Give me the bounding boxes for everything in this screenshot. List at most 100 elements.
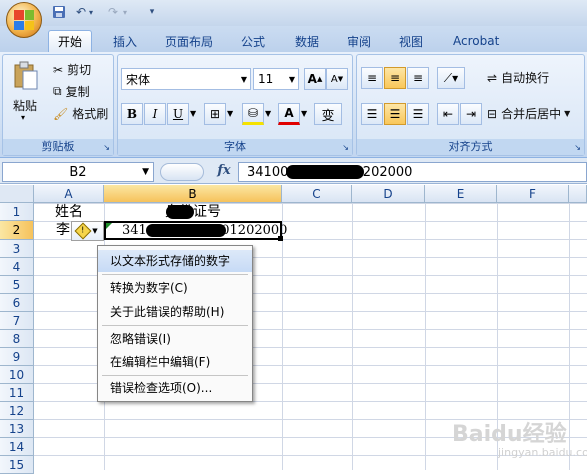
column-header-b[interactable]: B (104, 185, 282, 203)
phonetic-button[interactable]: 变 (314, 103, 342, 125)
row-header-2[interactable]: 2 (0, 221, 34, 240)
font-launcher-icon[interactable]: ↘ (342, 143, 349, 152)
insert-function-icon[interactable]: fx (212, 163, 236, 181)
align-left-button[interactable]: ☰ (361, 103, 383, 125)
menu-title: 以文本形式存储的数字 (98, 250, 252, 272)
decrease-indent-button[interactable]: ⇤ (437, 103, 459, 125)
save-icon[interactable] (50, 4, 68, 20)
formula-bar-toggle[interactable] (160, 163, 204, 181)
shrink-font-button[interactable]: A ▼ (326, 68, 348, 90)
row-header-10[interactable]: 10 (0, 366, 34, 384)
grid-line (425, 203, 426, 470)
align-bottom-icon: ≡ (412, 71, 424, 85)
column-header-d[interactable]: D (352, 185, 425, 203)
row-header-1[interactable]: 1 (0, 203, 34, 221)
row-header-6[interactable]: 6 (0, 294, 34, 312)
row-header-4[interactable]: 4 (0, 258, 34, 276)
row-header-12[interactable]: 12 (0, 402, 34, 420)
tab-page-layout[interactable]: 页面布局 (156, 30, 222, 52)
grow-font-button[interactable]: A ▲ (304, 68, 326, 90)
select-all-corner[interactable] (0, 185, 34, 203)
clipboard-launcher-icon[interactable]: ↘ (103, 143, 110, 152)
alignment-group-label: 对齐方式 (357, 139, 584, 155)
row-header-8[interactable]: 8 (0, 330, 34, 348)
column-header-c[interactable]: C (282, 185, 352, 203)
align-center-button[interactable]: ☰ (384, 103, 406, 125)
merge-cells-icon: ⊟ (487, 106, 498, 121)
menu-item-error-checking-options[interactable]: 错误检查选项(O)... (98, 377, 252, 399)
font-color-dropdown-icon[interactable]: ▼ (301, 109, 307, 118)
shrink-font-label: A (330, 73, 338, 85)
paste-dropdown-icon[interactable]: ▾ (21, 113, 25, 122)
borders-dropdown-icon[interactable]: ▼ (227, 109, 233, 118)
menu-item-convert-to-number[interactable]: 转换为数字(C) (98, 277, 252, 299)
font-color-button[interactable]: A (278, 103, 300, 125)
orientation-button[interactable]: ⟋▾ (437, 67, 465, 89)
row-header-5[interactable]: 5 (0, 276, 34, 294)
column-header-f[interactable]: F (497, 185, 569, 203)
font-size-select[interactable]: 11 ▼ (253, 68, 299, 90)
format-painter-button[interactable]: 🖌 格式刷 (53, 105, 108, 122)
underline-button[interactable]: U (167, 103, 189, 125)
grid-line (352, 203, 353, 470)
row-header-3[interactable]: 3 (0, 240, 34, 258)
chevron-down-icon: ▼ (288, 74, 295, 84)
cell-a1[interactable]: 姓名 (34, 203, 104, 221)
row-header-14[interactable]: 14 (0, 438, 34, 456)
fill-handle[interactable] (278, 236, 283, 241)
align-top-button[interactable]: ≡ (361, 67, 383, 89)
align-bottom-button[interactable]: ≡ (407, 67, 429, 89)
name-box[interactable]: B2 ▼ (2, 162, 154, 182)
copy-button[interactable]: ⧉ 复制 (53, 83, 90, 100)
undo-dropdown-icon[interactable]: ▾ (86, 4, 96, 20)
tab-data[interactable]: 数据 (286, 30, 328, 52)
menu-separator (102, 325, 248, 326)
fill-dropdown-icon[interactable]: ▼ (265, 109, 271, 118)
cell-a2[interactable]: 李 (34, 221, 70, 239)
underline-dropdown-icon[interactable]: ▼ (190, 109, 196, 118)
row-header-13[interactable]: 13 (0, 420, 34, 438)
copy-icon: ⧉ (53, 84, 62, 98)
tab-home[interactable]: 开始 (48, 30, 93, 52)
tab-review[interactable]: 审阅 (338, 30, 380, 52)
bold-button[interactable]: B (121, 103, 143, 125)
tab-acrobat[interactable]: Acrobat (444, 30, 508, 52)
name-box-value: B2 (69, 164, 87, 180)
wrap-text-button[interactable]: ⇌ 自动换行 (487, 69, 549, 86)
italic-button[interactable]: I (144, 103, 166, 125)
phonetic-label: 变 (321, 108, 335, 124)
tab-view[interactable]: 视图 (390, 30, 432, 52)
row-header-11[interactable]: 11 (0, 384, 34, 402)
tab-formulas[interactable]: 公式 (232, 30, 274, 52)
column-header-e[interactable]: E (425, 185, 497, 203)
align-right-button[interactable]: ☰ (407, 103, 429, 125)
borders-button[interactable]: ⊞ (204, 103, 226, 125)
fill-color-button[interactable]: ⛁ (242, 103, 264, 125)
alignment-launcher-icon[interactable]: ↘ (574, 143, 581, 152)
paste-button[interactable]: 粘贴 (13, 97, 37, 114)
menu-item-ignore-error[interactable]: 忽略错误(I) (98, 328, 252, 350)
error-smart-tag-button[interactable]: ! ▼ (71, 221, 104, 241)
cut-label: 剪切 (67, 63, 92, 77)
row-header-9[interactable]: 9 (0, 348, 34, 366)
menu-item-error-help[interactable]: 关于此错误的帮助(H) (98, 301, 252, 323)
row-header-7[interactable]: 7 (0, 312, 34, 330)
cut-button[interactable]: ✂ 剪切 (53, 61, 91, 78)
column-header-a[interactable]: A (34, 185, 104, 203)
align-left-icon: ☰ (366, 107, 378, 121)
office-logo-icon (14, 10, 34, 30)
grid-line (569, 203, 570, 470)
row-header-15[interactable]: 15 (0, 456, 34, 474)
customize-qat-icon[interactable]: ▾ (146, 4, 158, 20)
font-name-select[interactable]: 宋体 ▼ (121, 68, 251, 90)
redo-dropdown-icon[interactable]: ▾ (120, 4, 130, 20)
tab-insert[interactable]: 插入 (104, 30, 146, 52)
font-size-value: 11 (258, 72, 274, 86)
paste-icon[interactable] (13, 61, 39, 91)
merge-center-button[interactable]: ⊟ 合并后居中 ▼ (487, 105, 570, 122)
menu-item-edit-in-formula-bar[interactable]: 在编辑栏中编辑(F) (98, 351, 252, 373)
align-middle-button[interactable]: ≡ (384, 67, 406, 89)
increase-indent-button[interactable]: ⇥ (460, 103, 482, 125)
office-button[interactable] (6, 2, 42, 38)
chevron-down-icon: ▼ (240, 74, 247, 84)
